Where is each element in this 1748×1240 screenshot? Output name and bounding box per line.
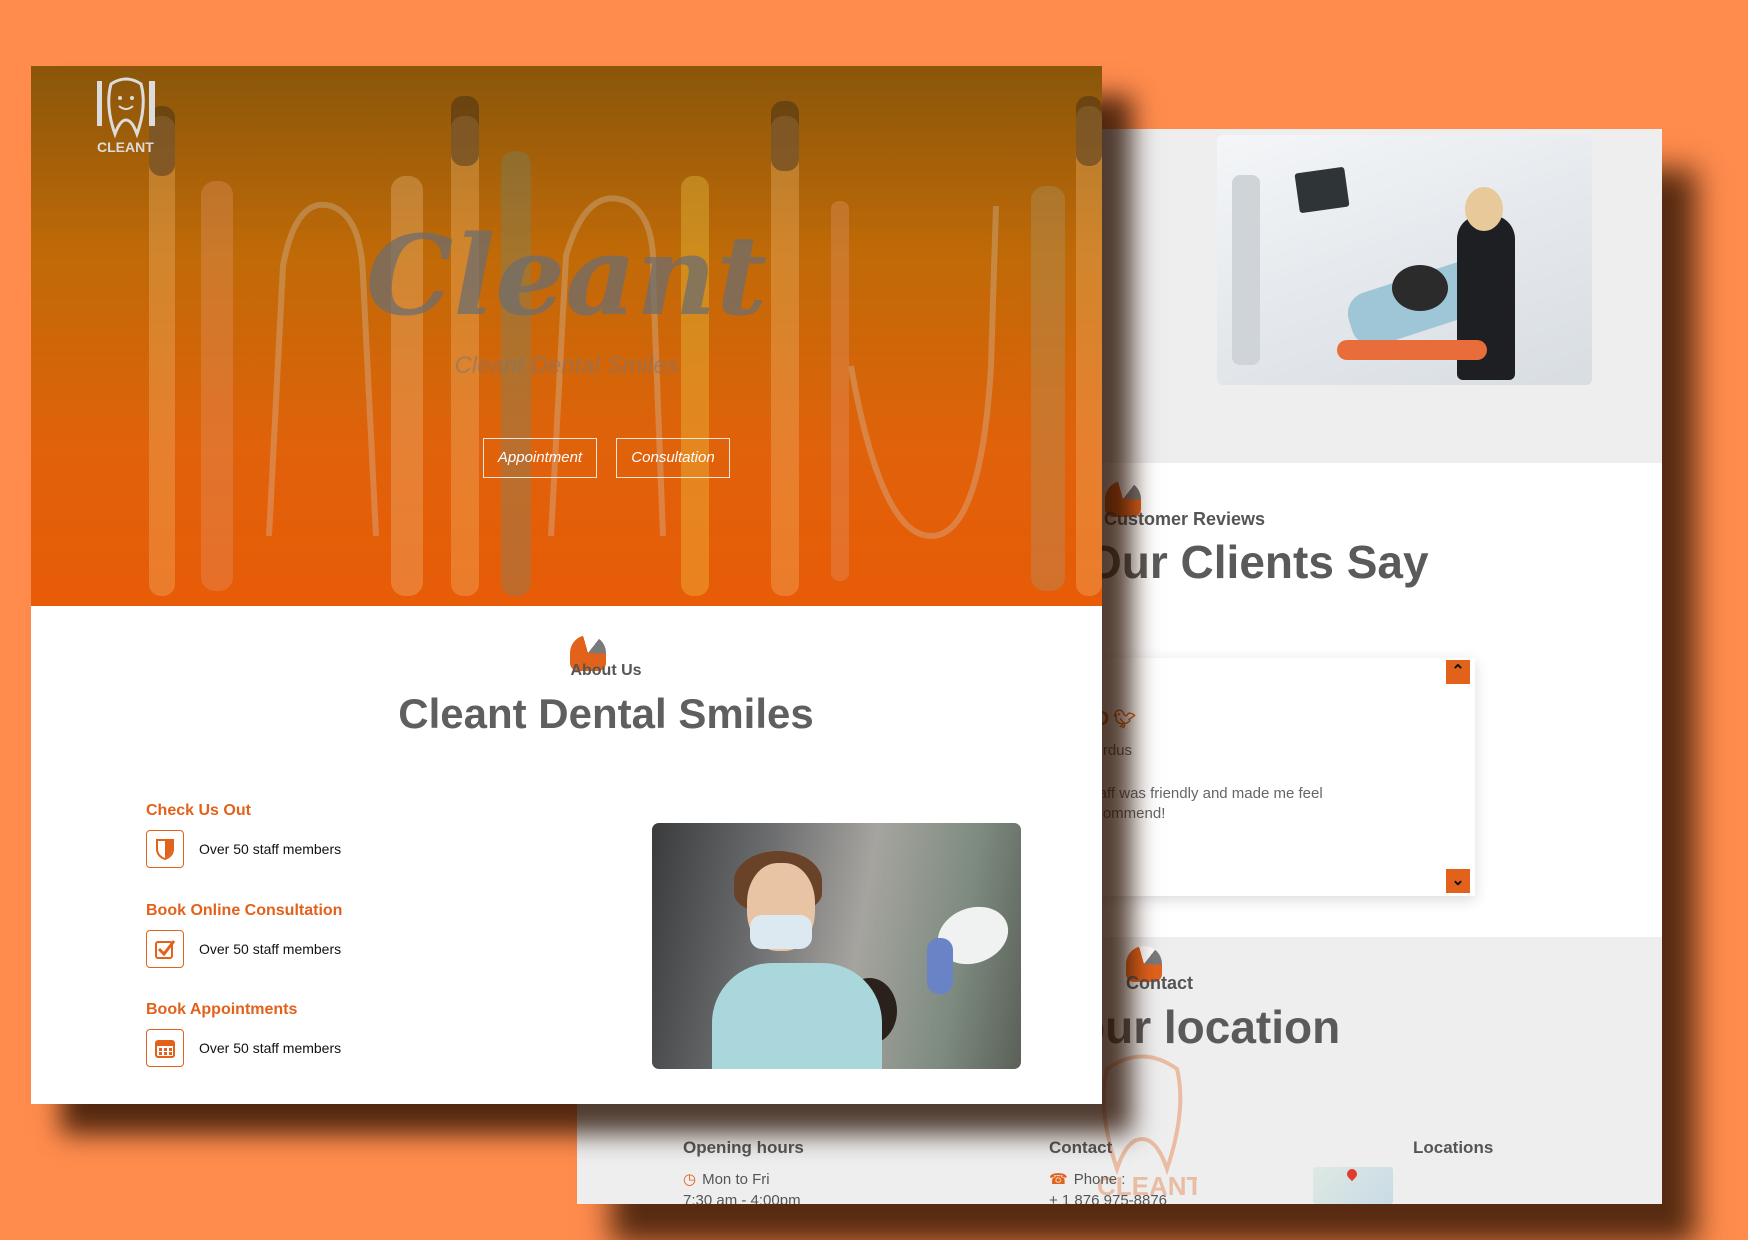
reviews-title: Our Clients Say bbox=[1086, 536, 1429, 588]
locations-heading: Locations bbox=[1413, 1138, 1494, 1157]
feature-text: Over 50 staff members bbox=[199, 941, 342, 957]
opening-hours-time: 7:30 am - 4:00pm bbox=[683, 1192, 801, 1204]
reviews-label: Customer Reviews bbox=[1104, 509, 1266, 529]
shield-icon bbox=[146, 830, 184, 868]
contact-heading: Contact bbox=[1049, 1138, 1113, 1157]
calendar-icon bbox=[146, 1029, 184, 1067]
dental-nurse-photo bbox=[652, 823, 1021, 1069]
appointment-button[interactable]: Appointment bbox=[483, 438, 597, 478]
cleant-logo[interactable]: CLEANT bbox=[95, 76, 157, 156]
feature-heading-check-us-out[interactable]: Check Us Out bbox=[146, 802, 251, 820]
phone-label: ☎ Phone : bbox=[1049, 1170, 1125, 1188]
chevron-up-icon[interactable]: ⌃ bbox=[1446, 660, 1470, 684]
phone-number[interactable]: + 1 876 975-8876 bbox=[1049, 1192, 1167, 1204]
twitter-icon: 🐦︎ bbox=[1113, 709, 1137, 729]
feature-text: Over 50 staff members bbox=[199, 841, 342, 857]
clock-icon: ◷ bbox=[683, 1171, 697, 1188]
opening-days-text: Mon to Fri bbox=[702, 1171, 770, 1188]
phone-icon: ☎ bbox=[1049, 1171, 1068, 1188]
location-map-thumbnail[interactable] bbox=[1313, 1166, 1393, 1204]
contact-title: our location bbox=[1077, 1001, 1341, 1053]
opening-hours-heading: Opening hours bbox=[683, 1138, 804, 1157]
about-label: About Us bbox=[570, 662, 642, 679]
chevron-down-icon[interactable]: ⌄ bbox=[1446, 869, 1470, 893]
feature-text: Over 50 staff members bbox=[199, 1040, 342, 1056]
hero-subtitle: Cleant Dental Smiles bbox=[454, 352, 679, 379]
map-pin-icon bbox=[1344, 1166, 1360, 1182]
hero-title: Cleant bbox=[365, 211, 768, 340]
review-text: staff was friendly and made me feel ecom… bbox=[1087, 785, 1323, 822]
contact-label: Contact bbox=[1126, 973, 1193, 993]
consultation-button[interactable]: Consultation bbox=[616, 438, 730, 478]
hero-banner: CLEANT Cleant Cleant Dental Smiles Appoi… bbox=[31, 66, 1102, 606]
checkbox-icon bbox=[146, 930, 184, 968]
about-title: Cleant Dental Smiles bbox=[398, 690, 814, 737]
feature-heading-book-appointments[interactable]: Book Appointments bbox=[146, 1001, 297, 1019]
front-page-screenshot: CLEANT Cleant Cleant Dental Smiles Appoi… bbox=[31, 66, 1102, 1104]
opening-hours-days: ◷ Mon to Fri bbox=[683, 1170, 770, 1188]
feature-heading-book-online-consultation[interactable]: Book Online Consultation bbox=[146, 902, 342, 920]
phone-label-text: Phone : bbox=[1073, 1171, 1126, 1188]
dentist-treatment-photo bbox=[1217, 135, 1592, 385]
logo-wordmark: CLEANT bbox=[97, 139, 154, 155]
